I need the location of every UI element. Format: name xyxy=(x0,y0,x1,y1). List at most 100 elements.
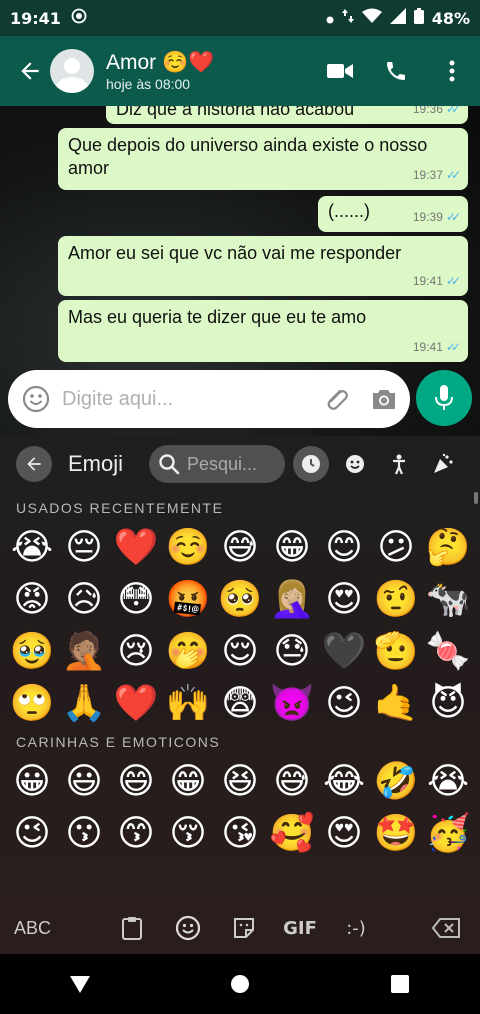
emoji-key[interactable]: 🥺 xyxy=(214,574,266,626)
video-call-button[interactable] xyxy=(312,43,368,99)
emoji-key[interactable]: 🤨 xyxy=(370,574,422,626)
emoji-key[interactable]: 😙 xyxy=(110,808,162,860)
emoji-key[interactable]: 👿 xyxy=(266,678,318,730)
nav-recents-button[interactable] xyxy=(370,954,430,1014)
emoji-key[interactable]: 😘 xyxy=(214,808,266,860)
emoji-key[interactable]: 😔 xyxy=(58,522,110,574)
emoji-key[interactable]: 😓 xyxy=(266,626,318,678)
emoji-key[interactable]: 🤩 xyxy=(370,808,422,860)
emoji-key[interactable]: ☺️ xyxy=(162,522,214,574)
emoji-key[interactable]: 🤭 xyxy=(162,626,214,678)
emoji-key[interactable]: 😳 xyxy=(110,574,162,626)
emoji-key[interactable]: 🫡 xyxy=(370,626,422,678)
emoji-key[interactable]: 🍬 xyxy=(422,626,474,678)
emoji-key[interactable]: 🥰 xyxy=(266,808,318,860)
microphone-icon xyxy=(435,385,453,410)
emoticon-button[interactable]: :-) xyxy=(328,904,384,952)
emoji-key[interactable]: 😈 xyxy=(422,678,474,730)
emoji-key[interactable]: 😉 xyxy=(6,808,58,860)
faces-emoji-grid: 😀 😃 😄 😁 😆 😅 😂 🤣 😭 😉 😗 😙 😚 😘 🥰 😍 🤩 🥳 xyxy=(6,756,480,860)
emoji-key[interactable]: 😊 xyxy=(318,522,370,574)
emoji-key[interactable]: 🤦🏽 xyxy=(58,626,110,678)
emoji-key[interactable]: 🥳 xyxy=(422,808,474,860)
message-bubble[interactable]: Que depois do universo ainda existe o no… xyxy=(58,128,468,190)
emoji-key[interactable]: 🤣 xyxy=(370,756,422,808)
video-camera-icon xyxy=(327,64,353,78)
emoji-key[interactable]: 🤙 xyxy=(370,678,422,730)
emoji-key[interactable]: 🐄 xyxy=(422,574,474,626)
message-bubble[interactable]: Mas eu queria te dizer que eu te amo 19:… xyxy=(58,300,468,362)
back-button[interactable] xyxy=(6,47,54,95)
category-people[interactable] xyxy=(381,446,417,482)
emoji-key[interactable]: ❤️ xyxy=(110,678,162,730)
emoji-key[interactable]: 😁 xyxy=(162,756,214,808)
category-smileys[interactable] xyxy=(337,446,373,482)
emoji-key[interactable]: 😡 xyxy=(6,574,58,626)
emoji-key[interactable]: 😅 xyxy=(266,756,318,808)
message-bubble[interactable]: Amor eu sei que vc não vai me responder … xyxy=(58,236,468,296)
emoji-key[interactable]: 😉 xyxy=(318,678,370,730)
avatar[interactable] xyxy=(50,49,94,93)
emoji-key[interactable]: 🥹 xyxy=(6,626,58,678)
sticker-button[interactable] xyxy=(216,904,272,952)
emoji-key[interactable]: 🙌 xyxy=(162,678,214,730)
emoji-key[interactable]: 😥 xyxy=(58,574,110,626)
voice-call-button[interactable] xyxy=(368,43,424,99)
message-input[interactable]: Digite aqui... xyxy=(8,370,410,428)
keyboard-bottom-bar: ABC GIF :-) xyxy=(0,902,480,954)
emoji-key[interactable]: 😀 xyxy=(6,756,58,808)
emoji-tab-button[interactable] xyxy=(160,904,216,952)
emoji-key[interactable]: 🤬 xyxy=(162,574,214,626)
gif-button[interactable]: GIF xyxy=(272,904,328,952)
emoji-search[interactable]: Pesqui... xyxy=(149,445,286,483)
battery-level: 48% xyxy=(431,8,470,28)
emoji-key[interactable]: 😍 xyxy=(318,808,370,860)
emoji-key[interactable]: 😁 xyxy=(266,522,318,574)
emoji-key[interactable]: 🙏 xyxy=(58,678,110,730)
input-placeholder: Digite aqui... xyxy=(62,387,174,410)
person-icon xyxy=(393,454,406,475)
emoji-key[interactable]: 😂 xyxy=(318,756,370,808)
message-text: Que depois do universo ainda existe o no… xyxy=(68,135,428,178)
menu-button[interactable] xyxy=(424,43,480,99)
emoji-key[interactable]: 😭 xyxy=(422,756,474,808)
more-vertical-icon xyxy=(449,60,455,82)
chat-header: Amor ☺️❤️ hoje às 08:00 xyxy=(0,36,480,106)
emoji-key[interactable]: 😢 xyxy=(110,626,162,678)
category-activities[interactable] xyxy=(425,446,461,482)
emoji-key[interactable]: 😍 xyxy=(318,574,370,626)
camera-button[interactable] xyxy=(360,375,408,423)
abc-button[interactable]: ABC xyxy=(14,918,104,939)
category-recent[interactable] xyxy=(293,446,330,482)
emoji-key[interactable]: 😃 xyxy=(58,756,110,808)
clipboard-button[interactable] xyxy=(104,904,160,952)
emoji-key[interactable]: 😗 xyxy=(58,808,110,860)
emoji-scrollbar[interactable] xyxy=(474,492,478,504)
nav-home-button[interactable] xyxy=(210,954,270,1014)
emoji-key[interactable]: 🖤 xyxy=(318,626,370,678)
backspace-button[interactable] xyxy=(418,904,474,952)
emoji-key[interactable]: 🙄 xyxy=(6,678,58,730)
emoji-key[interactable]: 😄 xyxy=(110,756,162,808)
emoji-button[interactable] xyxy=(12,375,60,423)
nav-back-button[interactable] xyxy=(50,954,110,1014)
contact-name: Amor ☺️❤️ xyxy=(106,50,215,74)
message-bubble[interactable]: (......) 19:39 ✓✓ xyxy=(318,196,468,232)
keyboard-back-button[interactable] xyxy=(16,446,52,482)
contact-info[interactable]: Amor ☺️❤️ hoje às 08:00 xyxy=(106,51,214,92)
emoji-key[interactable]: 😚 xyxy=(162,808,214,860)
voice-record-button[interactable] xyxy=(416,370,472,426)
emoji-key[interactable]: 😭 xyxy=(6,522,58,574)
emoji-key[interactable]: 😕 xyxy=(370,522,422,574)
emoji-key[interactable]: 😆 xyxy=(214,756,266,808)
emoji-key[interactable]: 🤦🏼‍♀️ xyxy=(266,574,318,626)
search-icon xyxy=(159,454,180,475)
emoji-key[interactable]: 😌 xyxy=(214,626,266,678)
emoji-key[interactable]: 😨 xyxy=(214,678,266,730)
attach-button[interactable] xyxy=(312,375,360,423)
emoji-key[interactable]: 🤔 xyxy=(422,522,474,574)
message-bubble[interactable]: Diz que a história não acabou 19:36 ✓✓ xyxy=(106,106,468,124)
double-check-icon: ✓✓ xyxy=(445,168,461,182)
emoji-key[interactable]: ❤️ xyxy=(110,522,162,574)
emoji-key[interactable]: 😅 xyxy=(214,522,266,574)
